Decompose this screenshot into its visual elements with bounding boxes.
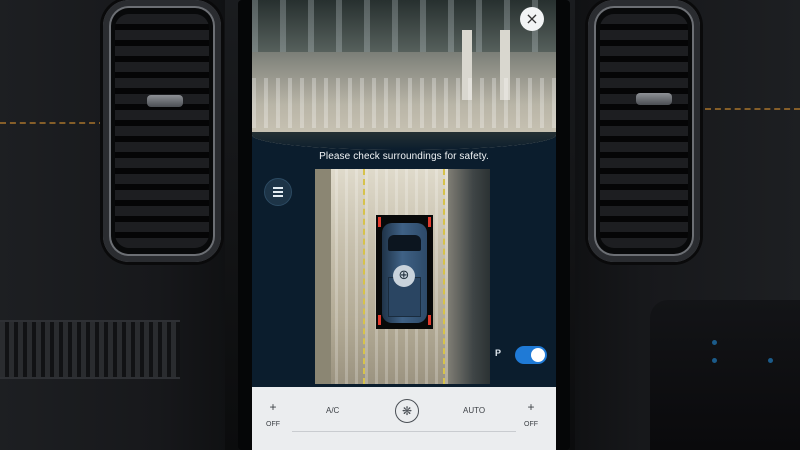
safety-message: Please check surroundings for safety.: [319, 151, 489, 162]
left-temp-control[interactable]: + OFF: [266, 401, 280, 428]
zoom-in-icon[interactable]: ⊕: [393, 265, 415, 287]
vent-knob-left: [147, 95, 183, 107]
left-temp-plus[interactable]: +: [266, 401, 280, 413]
close-icon[interactable]: ×: [520, 7, 544, 31]
parking-sensor-icon: P: [495, 348, 502, 358]
right-temp-control[interactable]: + OFF: [524, 401, 538, 428]
fan-icon[interactable]: ❋: [395, 399, 419, 423]
right-temp-off[interactable]: OFF: [524, 421, 538, 428]
infotainment-screen: × Please check surroundings for safety. …: [252, 0, 556, 450]
hamburger-menu-icon[interactable]: [264, 178, 292, 206]
climate-control-bar: + OFF A/C ❋ AUTO + OFF: [252, 387, 556, 450]
parking-assist-toggle[interactable]: P: [495, 346, 549, 364]
right-temp-plus[interactable]: +: [524, 401, 538, 413]
toggle-switch[interactable]: [515, 346, 547, 364]
stitching-right: [705, 108, 800, 110]
birds-eye-camera-view[interactable]: ⊕: [315, 169, 490, 384]
dashboard-grille: [0, 320, 180, 379]
ac-button[interactable]: A/C: [326, 406, 339, 415]
vent-knob-right: [636, 93, 672, 105]
right-control-panel: [650, 300, 800, 450]
air-vent-right: [588, 0, 700, 262]
auto-button[interactable]: AUTO: [463, 406, 485, 415]
left-temp-off[interactable]: OFF: [266, 421, 280, 428]
climate-divider: [292, 431, 516, 432]
rear-camera-view: [252, 0, 556, 150]
stitching-left: [0, 122, 105, 124]
air-vent-left: [103, 0, 221, 262]
